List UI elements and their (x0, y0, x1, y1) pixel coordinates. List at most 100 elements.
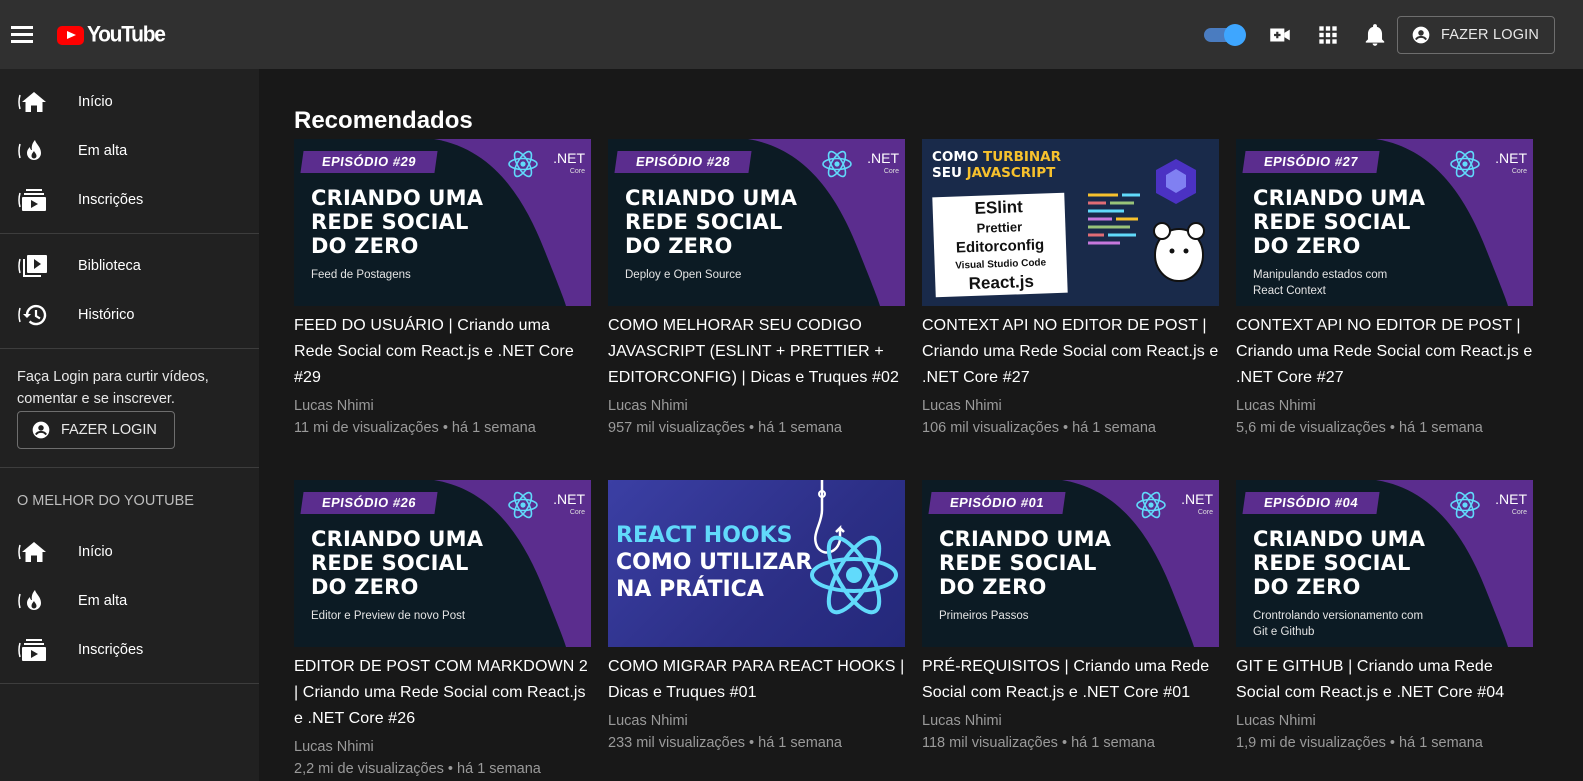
react-logo-icon (1135, 490, 1167, 520)
video-thumbnail[interactable]: EPISÓDIO #04 .NET Core CRIANDO UMA REDE SOCI… (1236, 480, 1533, 647)
video-card[interactable]: EPISÓDIO #04 .NET Core CRIANDO UMA REDE SOCI… (1236, 480, 1533, 754)
top-bar: YouTube FAZER LOGIN (0, 0, 1583, 69)
video-thumbnail[interactable]: COMO TURBINAR SEU JAVASCRIPT ESlint Prettie… (922, 139, 1219, 306)
video-title[interactable]: COMO MIGRAR PARA REACT HOOKS | Dicas e T… (608, 654, 905, 706)
thumbnail-headline: CRIANDO UMA REDE SOCIAL DO ZERO (1253, 527, 1426, 599)
login-label: FAZER LOGIN (1441, 27, 1540, 43)
thumbnail-headline: CRIANDO UMA REDE SOCIAL DO ZERO (311, 186, 484, 258)
sidebar-item-library[interactable]: Biblioteca (0, 243, 259, 289)
react-logo-icon (821, 149, 853, 179)
video-title[interactable]: GIT E GITHUB | Criando uma Rede Social c… (1236, 654, 1533, 706)
login-label: FAZER LOGIN (61, 422, 157, 438)
thumbnail-headline: CRIANDO UMA REDE SOCIAL DO ZERO (939, 527, 1112, 599)
sidebar-item-trending[interactable]: Em alta (0, 578, 259, 624)
thumbnail-headline: REACT HOOKS COMO UTILIZAR NA PRÁTICA (616, 523, 813, 602)
sidebar-item-label: Em alta (78, 143, 128, 159)
video-title[interactable]: PRÉ-REQUISITOS | Criando uma Rede Social… (922, 654, 1219, 706)
video-thumbnail[interactable]: REACT HOOKS COMO UTILIZAR NA PRÁTICA (608, 480, 905, 647)
best-of-youtube-heading: O MELHOR DO YOUTUBE (17, 493, 194, 509)
video-card[interactable]: COMO TURBINAR SEU JAVASCRIPT ESlint Prettie… (922, 139, 1219, 439)
video-title[interactable]: CONTEXT API NO EDITOR DE POST | Criando … (922, 313, 1219, 391)
channel-name[interactable]: Lucas Nhimi (294, 736, 591, 758)
dark-mode-toggle[interactable] (1204, 24, 1246, 46)
video-meta: 2,2 mi de visualizações • há 1 semana (294, 761, 541, 777)
sidebar-item-label: Inscrições (78, 192, 144, 208)
thumbnail-subtitle-block: Manipulando estados com React Context (1253, 267, 1387, 299)
dotnet-core-logo: .NET Core (1495, 150, 1527, 175)
thumbnail-subtitle-block: Feed de Postagens (311, 267, 411, 283)
sidebar-item-label: Início (78, 544, 113, 560)
video-card[interactable]: REACT HOOKS COMO UTILIZAR NA PRÁTICA COMO M… (608, 480, 905, 754)
video-thumbnail[interactable]: EPISÓDIO #27 .NET Core CRIANDO UMA REDE SOCI… (1236, 139, 1533, 306)
react-hook-illustration (810, 480, 898, 615)
channel-name[interactable]: Lucas Nhimi (922, 710, 1219, 732)
thumbnail-subtitle: Manipulando estados com (1253, 269, 1388, 281)
create-video-icon[interactable] (1267, 22, 1293, 48)
sidebar-item-home[interactable]: Início (0, 529, 259, 575)
thumbnail-headline: CRIANDO UMA REDE SOCIAL DO ZERO (311, 527, 484, 599)
video-card[interactable]: EPISÓDIO #26 .NET Core CRIANDO UMA REDE SOCI… (294, 480, 591, 780)
youtube-play-icon (57, 25, 84, 45)
sidebar-divider (0, 467, 259, 468)
page-title: Recomendados (294, 107, 473, 134)
thumbnail-subtitle: Git e Github (1253, 626, 1315, 638)
video-title[interactable]: EDITOR DE POST COM MARKDOWN 2 | Criando … (294, 654, 591, 732)
video-thumbnail[interactable]: EPISÓDIO #01 .NET Core CRIANDO UMA REDE SOCI… (922, 480, 1219, 647)
video-meta: 233 mil visualizações • há 1 semana (608, 735, 842, 751)
home-icon (18, 542, 46, 562)
sidebar-item-subscriptions[interactable]: Inscrições (0, 627, 259, 673)
channel-name[interactable]: Lucas Nhimi (608, 710, 905, 732)
episode-badge: EPISÓDIO #29 (300, 151, 438, 173)
video-card[interactable]: EPISÓDIO #01 .NET Core CRIANDO UMA REDE SOCI… (922, 480, 1219, 754)
dotnet-core-logo: .NET Core (553, 491, 585, 516)
video-thumbnail[interactable]: EPISÓDIO #26 .NET Core CRIANDO UMA REDE SOCI… (294, 480, 591, 647)
sidebar-item-home[interactable]: Início (0, 79, 259, 125)
video-title[interactable]: CONTEXT API NO EDITOR DE POST | Criando … (1236, 313, 1533, 391)
video-title[interactable]: COMO MELHORAR SEU CODIGO JAVASCRIPT (ESL… (608, 313, 905, 391)
sidebar-item-trending[interactable]: Em alta (0, 128, 259, 174)
thumbnail-subtitle: React Context (1253, 285, 1326, 297)
video-card[interactable]: EPISÓDIO #28 .NET Core CRIANDO UMA REDE SOCI… (608, 139, 905, 439)
thumbnail-headline: CRIANDO UMA REDE SOCIAL DO ZERO (1253, 186, 1426, 258)
channel-name[interactable]: Lucas Nhimi (294, 395, 591, 417)
sidebar-divider (0, 233, 259, 234)
channel-name[interactable]: Lucas Nhimi (922, 395, 1219, 417)
account-circle-icon (1412, 26, 1430, 44)
thumbnail-subtitle: Primeiros Passos (939, 610, 1029, 622)
video-thumbnail[interactable]: EPISÓDIO #28 .NET Core CRIANDO UMA REDE SOCI… (608, 139, 905, 306)
thumbnail-tag-list: ESlint Prettier Editorconfig Visual Studio … (932, 192, 1068, 298)
channel-name[interactable]: Lucas Nhimi (608, 395, 905, 417)
video-meta: 118 mil visualizações • há 1 semana (922, 735, 1155, 751)
history-icon (18, 304, 47, 326)
episode-badge: EPISÓDIO #27 (1242, 151, 1380, 173)
trending-icon (18, 140, 41, 160)
video-card[interactable]: EPISÓDIO #29 .NET Core CRIANDO UMA REDE SOCI… (294, 139, 591, 439)
youtube-logo[interactable]: YouTube (57, 22, 166, 47)
episode-badge: EPISÓDIO #28 (614, 151, 752, 173)
thumbnail-subtitle-block: Deploy e Open Source (625, 267, 741, 283)
apps-grid-icon[interactable] (1315, 22, 1341, 48)
thumbnail-subtitle-block: Editor e Preview de novo Post (311, 608, 465, 624)
login-button-sidebar[interactable]: FAZER LOGIN (17, 411, 175, 449)
sidebar-item-label: Inscrições (78, 642, 144, 658)
thumbnail-subtitle-block: Primeiros Passos (939, 608, 1028, 624)
video-meta: 106 mil visualizações • há 1 semana (922, 420, 1156, 436)
notifications-bell-icon[interactable] (1362, 22, 1388, 48)
dotnet-core-logo: .NET Core (1495, 491, 1527, 516)
video-card[interactable]: EPISÓDIO #27 .NET Core CRIANDO UMA REDE SOCI… (1236, 139, 1533, 439)
sidebar-item-subscriptions[interactable]: Inscrições (0, 177, 259, 223)
subscriptions-icon (18, 189, 46, 211)
video-title[interactable]: FEED DO USUÁRIO | Criando uma Rede Socia… (294, 313, 591, 391)
video-thumbnail[interactable]: EPISÓDIO #29 .NET Core CRIANDO UMA REDE SOCI… (294, 139, 591, 306)
channel-name[interactable]: Lucas Nhimi (1236, 395, 1533, 417)
channel-name[interactable]: Lucas Nhimi (1236, 710, 1533, 732)
hamburger-menu-icon[interactable] (11, 25, 33, 43)
sidebar-item-history[interactable]: Histórico (0, 292, 259, 338)
react-logo-icon (507, 149, 539, 179)
thumbnail-subtitle-block: Crontrolando versionamento com Git e Gith… (1253, 608, 1423, 640)
thumbnail-subtitle: Feed de Postagens (311, 269, 411, 281)
episode-badge: EPISÓDIO #01 (928, 492, 1066, 514)
subscriptions-icon (18, 639, 46, 661)
sidebar-item-label: Histórico (78, 307, 135, 323)
login-button-header[interactable]: FAZER LOGIN (1397, 16, 1555, 54)
